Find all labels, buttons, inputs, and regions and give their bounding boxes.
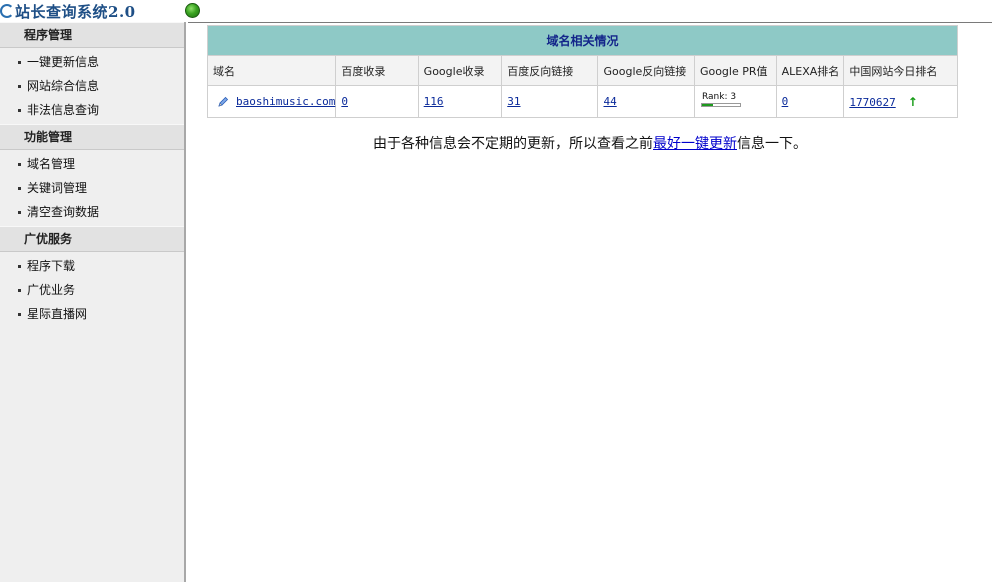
cell-china-rank: 1770627 ↑	[843, 85, 958, 118]
bullet-icon	[18, 162, 21, 166]
sidebar-item-one-click-update[interactable]: 一键更新信息	[0, 50, 184, 74]
cell-google-index: 116	[417, 85, 503, 118]
pagerank-badge: Rank: 3	[700, 92, 742, 107]
sidebar-item-illegal-query[interactable]: 非法信息查询	[0, 98, 184, 122]
app-logo: 站长查询系统2.0	[0, 1, 136, 21]
update-notice: 由于各种信息会不定期的更新，所以查看之前最好一键更新信息一下。	[188, 133, 992, 153]
pagerank-label: Rank: 3	[701, 92, 737, 102]
bullet-icon	[18, 210, 21, 214]
google-backlinks-link[interactable]: 44	[603, 95, 616, 108]
sidebar-item-business[interactable]: 广优业务	[0, 278, 184, 302]
app-header: 站长查询系统2.0	[0, 0, 992, 22]
baidu-backlinks-link[interactable]: 31	[507, 95, 520, 108]
one-click-update-link[interactable]: 最好一键更新	[653, 136, 737, 152]
table-caption: 域名相关情况	[207, 25, 958, 56]
bullet-icon	[18, 312, 21, 316]
google-index-link[interactable]: 116	[424, 95, 444, 108]
logo-icon	[0, 4, 14, 18]
cell-baidu-backlinks: 31	[501, 85, 599, 118]
header-google-index: Google收录	[417, 55, 503, 86]
status-indicator-icon	[185, 3, 200, 18]
bullet-icon	[18, 108, 21, 112]
cell-google-pr: Rank: 3	[693, 85, 777, 118]
sidebar-item-site-info[interactable]: 网站综合信息	[0, 74, 184, 98]
header-china-rank: 中国网站今日排名	[843, 55, 958, 86]
sidebar-section-program: 程序管理	[0, 22, 184, 48]
pagerank-bar	[700, 103, 741, 107]
app-title: 站长查询系统2.0	[15, 2, 136, 21]
bullet-icon	[18, 288, 21, 292]
sidebar-item-keyword-manage[interactable]: 关键词管理	[0, 176, 184, 200]
alexa-link[interactable]: 0	[782, 95, 789, 108]
trend-up-icon: ↑	[907, 94, 918, 109]
china-rank-link[interactable]: 1770627	[849, 96, 895, 109]
header-google-pr: Google PR值	[693, 55, 777, 86]
notice-text-before: 由于各种信息会不定期的更新，所以查看之前	[373, 136, 653, 152]
pagerank-fill	[701, 104, 714, 106]
domain-link[interactable]: baoshimusic.com	[236, 95, 335, 108]
bullet-icon	[18, 264, 21, 268]
table-row: baoshimusic.com 0 116 31 44 Rank: 3 0 17…	[206, 85, 958, 118]
baidu-index-link[interactable]: 0	[341, 95, 348, 108]
bullet-icon	[18, 186, 21, 190]
sidebar: 程序管理 一键更新信息 网站综合信息 非法信息查询 功能管理 域名管理 关键词管…	[0, 22, 186, 582]
sidebar-item-download[interactable]: 程序下载	[0, 254, 184, 278]
pencil-icon[interactable]	[217, 96, 229, 108]
header-domain: 域名	[206, 55, 337, 86]
cell-alexa: 0	[775, 85, 845, 118]
cell-google-backlinks: 44	[597, 85, 695, 118]
bullet-icon	[18, 60, 21, 64]
header-google-backlinks: Google反向链接	[597, 55, 695, 86]
sidebar-section-service: 广优服务	[0, 226, 184, 252]
notice-text-after: 信息一下。	[737, 136, 807, 152]
header-baidu-index: 百度收录	[335, 55, 419, 86]
sidebar-section-function: 功能管理	[0, 124, 184, 150]
main-content: 域名相关情况 域名 百度收录 Google收录 百度反向链接 Google反向链…	[188, 22, 992, 582]
sidebar-item-clear-data[interactable]: 清空查询数据	[0, 200, 184, 224]
header-alexa: ALEXA排名	[775, 55, 845, 86]
sidebar-item-domain-manage[interactable]: 域名管理	[0, 152, 184, 176]
bullet-icon	[18, 84, 21, 88]
cell-domain: baoshimusic.com	[206, 85, 337, 118]
cell-baidu-index: 0	[335, 85, 419, 118]
sidebar-item-live[interactable]: 星际直播网	[0, 302, 184, 326]
domain-info-table: 域名相关情况 域名 百度收录 Google收录 百度反向链接 Google反向链…	[206, 25, 958, 118]
header-baidu-backlinks: 百度反向链接	[501, 55, 599, 86]
table-header-row: 域名 百度收录 Google收录 百度反向链接 Google反向链接 Googl…	[206, 55, 958, 86]
